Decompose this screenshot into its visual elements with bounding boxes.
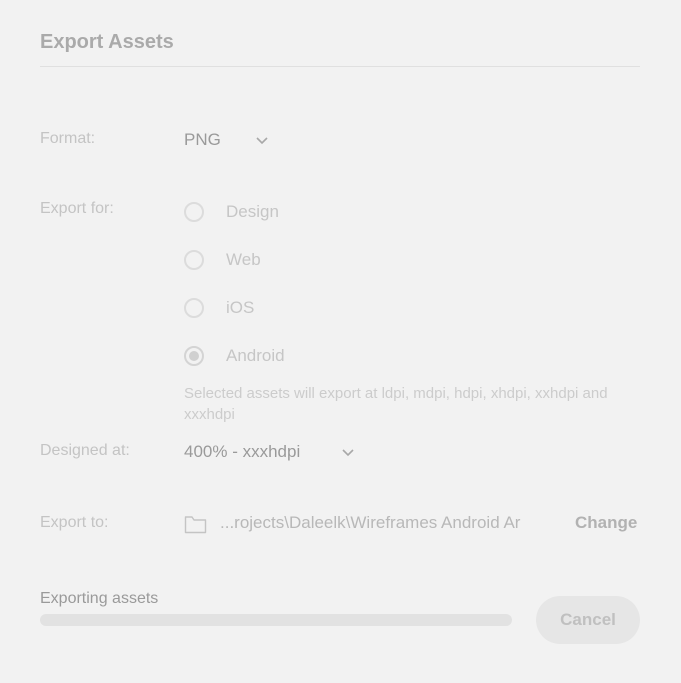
radio-button-selected[interactable] (184, 346, 204, 366)
chevron-down-icon (342, 449, 354, 457)
designed-at-value: 400% - xxxhdpi (184, 442, 301, 461)
radio-option-design[interactable]: Design (184, 200, 279, 224)
progress-label: Exporting assets (40, 590, 159, 607)
format-label: Format: (40, 130, 96, 147)
change-button[interactable]: Change (575, 513, 637, 533)
radio-option-ios[interactable]: iOS (184, 296, 254, 320)
radio-option-web[interactable]: Web (184, 248, 261, 272)
export-for-label: Export for: (40, 200, 114, 217)
radio-option-android[interactable]: Android (184, 344, 285, 368)
export-path: ...rojects\Daleelk\Wireframes Android Ar (220, 513, 521, 532)
radio-button[interactable] (184, 202, 204, 222)
title-divider (40, 66, 640, 67)
radio-label: Design (226, 202, 279, 221)
radio-label: Web (226, 250, 261, 269)
radio-button[interactable] (184, 250, 204, 270)
radio-label: iOS (226, 298, 255, 317)
designed-at-label: Designed at: (40, 442, 130, 459)
folder-icon (184, 516, 207, 534)
progress-bar (40, 614, 512, 626)
export-hint: Selected assets will export at ldpi, mdp… (184, 385, 608, 423)
cancel-button[interactable]: Cancel (536, 596, 640, 644)
export-to-label: Export to: (40, 514, 109, 531)
dialog-title: Export Assets (40, 31, 174, 53)
chevron-down-icon (256, 137, 268, 145)
radio-button[interactable] (184, 298, 204, 318)
format-value: PNG (184, 130, 221, 149)
export-assets-dialog: Export Assets Format: PNG Export for: De… (0, 0, 681, 683)
radio-label: Android (226, 346, 285, 365)
